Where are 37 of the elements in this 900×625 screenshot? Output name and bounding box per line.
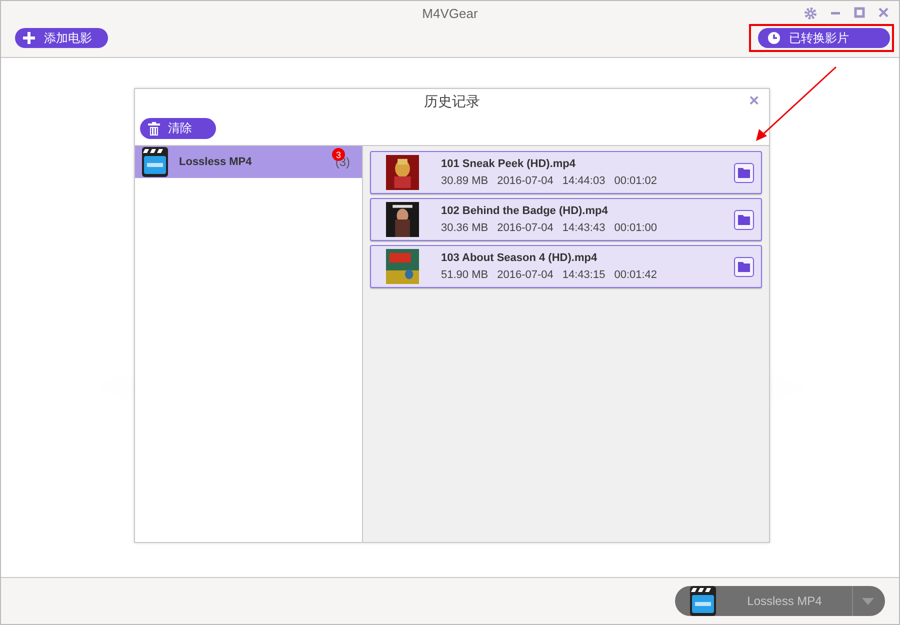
file-date: 2016-07-04: [497, 175, 554, 187]
open-folder-button[interactable]: [734, 210, 754, 230]
history-button[interactable]: 已转换影片: [758, 28, 890, 48]
open-folder-button[interactable]: [734, 162, 754, 182]
file-name: 101 Sneak Peek (HD).mp4: [441, 158, 577, 170]
file-time: 14:43:15: [562, 269, 606, 281]
output-format-label: Lossless MP4: [746, 594, 823, 608]
clear-button[interactable]: 清除: [140, 118, 216, 139]
dialog-title: 历史记录: [424, 93, 480, 111]
folder-icon: [738, 214, 750, 224]
caret-icon[interactable]: [862, 598, 874, 604]
close-icon[interactable]: [878, 7, 889, 18]
mp4-file-icon: [141, 147, 169, 177]
plus-icon: [23, 32, 35, 44]
open-folder-button[interactable]: [734, 256, 754, 276]
file-time: 14:43:43: [562, 222, 606, 234]
settings-icon[interactable]: [804, 7, 817, 20]
file-size: 30.36 MB: [441, 222, 488, 234]
add-movie-button[interactable]: 添加电影: [15, 28, 108, 48]
file-size: 30.89 MB: [441, 175, 488, 187]
file-name: 103 About Season 4 (HD).mp4: [441, 252, 598, 264]
file-duration: 00:01:00: [614, 222, 658, 234]
file-size: 51.90 MB: [441, 269, 488, 281]
window-title: M4VGear: [422, 6, 478, 20]
folder-icon: [738, 168, 750, 178]
file-duration: 00:01:02: [614, 175, 658, 187]
file-time: 14:44:03: [562, 175, 606, 187]
folder-icon: [738, 262, 750, 272]
file-date: 2016-07-04: [497, 269, 554, 281]
file-name: 102 Behind the Badge (HD).mp4: [441, 205, 609, 217]
format-name: Lossless MP4: [179, 156, 253, 168]
maximize-icon[interactable]: [854, 7, 865, 18]
file-duration: 00:01:42: [614, 269, 658, 281]
clock-icon: [768, 32, 780, 44]
file-date: 2016-07-04: [497, 222, 554, 234]
mp4-file-icon: [689, 586, 717, 616]
trash-icon: [148, 122, 160, 136]
